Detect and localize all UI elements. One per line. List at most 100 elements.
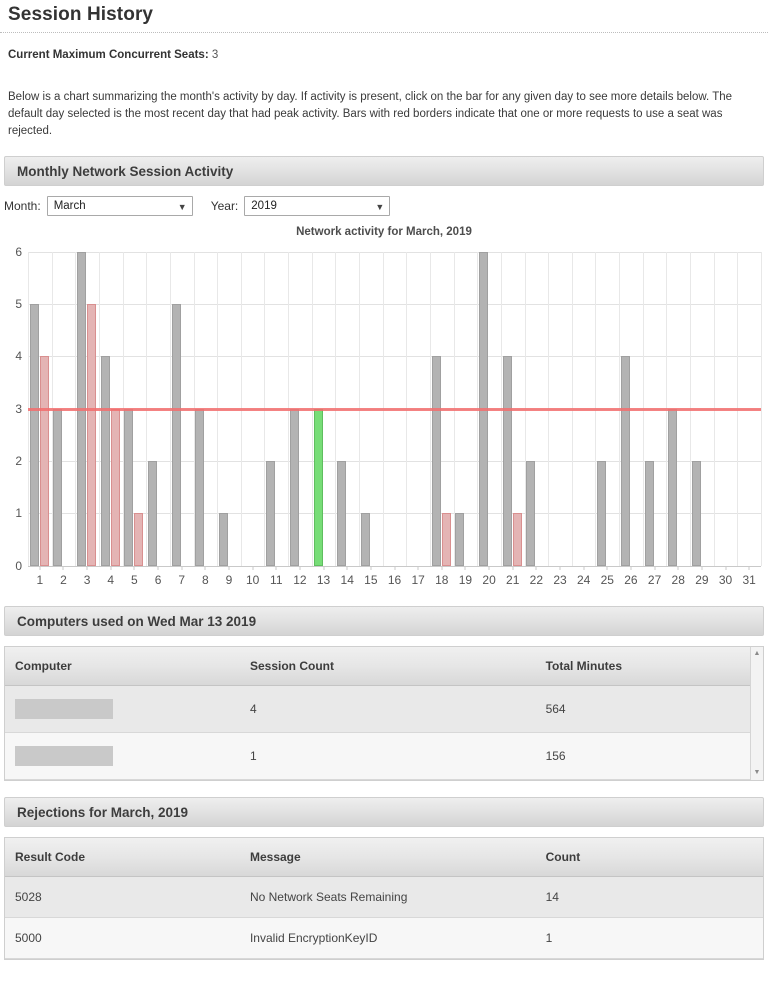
activity-panel-header: Monthly Network Session Activity	[4, 155, 764, 186]
rejections-table: Result Code Message Count 5028 No Networ…	[5, 837, 763, 959]
gridline-y-6	[28, 251, 761, 253]
column-header-session-count[interactable]: Session Count	[239, 646, 536, 686]
x-axis-tick-16: 16	[387, 572, 402, 587]
chart-bar-rejected-day-5[interactable]	[134, 513, 144, 566]
x-axis-tick-20: 20	[482, 572, 496, 587]
session-history-page: Session History Current Maximum Concurre…	[0, 0, 768, 992]
rejections-table-box: Result Code Message Count 5028 No Networ…	[4, 836, 764, 960]
x-axis-tick-6: 6	[154, 572, 162, 587]
table-row[interactable]: 1 156	[5, 732, 763, 780]
x-axis-tickmark-11	[275, 565, 277, 570]
chart-bar-day-29[interactable]	[691, 460, 701, 566]
gridline-y-5	[28, 303, 761, 305]
x-axis-tickmark-16	[394, 565, 395, 570]
x-axis-tick-9: 9	[225, 572, 233, 587]
x-axis-tick-15: 15	[364, 572, 378, 587]
x-axis-tick-22: 22	[529, 572, 544, 587]
y-axis-tick-2: 2	[15, 453, 22, 468]
computers-panel-header: Computers used on Wed Mar 13 2019	[4, 605, 764, 636]
y-axis-tick-1: 1	[15, 506, 22, 521]
chart-plot-area[interactable]: 0 1 2 3 4 5 6 1 2 3 4 5 6 7 8 9 10 11 12 13 14 15 16 17 18 19 20 21…	[15, 245, 762, 587]
x-axis-tick-17: 17	[411, 572, 425, 587]
chart-bar-day-12[interactable]	[289, 408, 299, 566]
chart-bar-day-21[interactable]	[502, 356, 512, 566]
x-axis-tickmark-14	[346, 565, 348, 570]
x-axis-tickmark-31	[748, 565, 750, 570]
chart-bar-day-11[interactable]	[266, 460, 276, 566]
chart-bar-day-22[interactable]	[526, 460, 536, 566]
column-header-result-code[interactable]: Result Code	[5, 837, 240, 877]
chart-bar-day-6[interactable]	[148, 460, 158, 566]
x-axis-tickmark-15	[370, 565, 372, 570]
year-select[interactable]: 2019 ▼	[244, 195, 391, 216]
chart-bar-day-13[interactable]	[313, 408, 323, 566]
chart-bar-rejected-day-3[interactable]	[87, 303, 97, 566]
chart-bar-rejected-day-1[interactable]	[39, 356, 49, 566]
table-row[interactable]: 5028 No Network Seats Remaining 14	[5, 876, 763, 918]
chart-bar-day-8[interactable]	[195, 408, 205, 566]
computers-panel: Computers used on Wed Mar 13 2019	[4, 605, 764, 636]
chart-bar-day-7[interactable]	[171, 303, 181, 566]
gridline-y-4	[28, 356, 761, 358]
month-select-value: March	[53, 199, 86, 212]
scroll-down-icon[interactable]: ▼	[751, 767, 763, 779]
computers-table: Computer Session Count Total Minutes 4 5…	[5, 646, 763, 780]
x-axis-tickmark-18	[441, 565, 443, 570]
cell-message: No Network Seats Remaining	[239, 876, 536, 918]
chart-bar-day-19[interactable]	[455, 513, 465, 566]
y-axis-tick-0: 0	[15, 558, 22, 573]
chart-bar-rejected-day-18[interactable]	[441, 513, 451, 566]
x-axis-tick-3: 3	[83, 572, 91, 587]
chevron-down-icon: ▼	[177, 201, 187, 212]
y-axis-tick-4: 4	[15, 349, 22, 364]
column-header-count[interactable]: Count	[535, 837, 763, 877]
x-axis-tick-23: 23	[553, 572, 567, 587]
table-row[interactable]: 5000 Invalid EncryptionKeyID 1	[5, 917, 763, 959]
chart-bar-day-25[interactable]	[597, 460, 607, 566]
chart-bar-day-4[interactable]	[100, 356, 110, 566]
column-header-total-minutes[interactable]: Total Minutes	[535, 646, 763, 686]
x-axis-tick-25: 25	[600, 572, 614, 587]
y-axis-tick-3: 3	[15, 401, 22, 416]
computers-table-scrollbar[interactable]: ▲ ▼	[750, 646, 763, 780]
chart-bar-day-18[interactable]	[431, 356, 441, 566]
cell-total-minutes: 564	[535, 685, 763, 733]
column-header-message[interactable]: Message	[239, 837, 536, 877]
chart-bar-rejected-day-4[interactable]	[110, 408, 120, 566]
column-header-computer[interactable]: Computer	[5, 646, 240, 686]
rejections-panel-header: Rejections for March, 2019	[4, 796, 764, 827]
chart-bar-day-14[interactable]	[337, 460, 347, 566]
activity-panel: Monthly Network Session Activity	[4, 155, 764, 186]
chevron-down-icon: ▼	[375, 201, 385, 212]
activity-chart[interactable]: Network activity for March, 2019 0123456…	[0, 222, 768, 590]
rejections-panel: Rejections for March, 2019	[4, 796, 764, 827]
cell-computer	[5, 732, 240, 780]
x-axis-tickmark-25	[606, 565, 608, 570]
x-axis-tickmark-28	[677, 565, 679, 570]
computers-table-box: Computer Session Count Total Minutes 4 5…	[4, 645, 764, 781]
scroll-up-icon[interactable]: ▲	[751, 648, 763, 660]
x-axis-tickmark-9	[228, 565, 230, 570]
chart-bar-day-15[interactable]	[360, 513, 370, 566]
chart-controls: Month: March ▼ Year: 2019 ▼	[0, 186, 768, 216]
max-concurrent-seats-label: Current Maximum Concurrent Seats:	[8, 49, 209, 61]
month-label: Month:	[4, 198, 41, 213]
x-axis-tickmark-17	[417, 565, 419, 570]
chart-bar-day-28[interactable]	[668, 408, 678, 566]
chart-bar-day-26[interactable]	[620, 356, 630, 566]
cell-count: 14	[535, 876, 763, 918]
chart-bar-day-27[interactable]	[644, 460, 654, 566]
gridline-x-31	[761, 251, 762, 566]
x-axis-tick-21: 21	[506, 572, 520, 587]
table-row[interactable]: 4 564	[5, 685, 763, 733]
chart-bar-day-5[interactable]	[124, 408, 134, 566]
table-header-row: Result Code Message Count	[5, 837, 763, 877]
year-select-value: 2019	[251, 199, 277, 212]
chart-bar-day-9[interactable]	[218, 513, 228, 566]
x-axis-tick-31: 31	[742, 572, 756, 587]
chart-bar-day-2[interactable]	[53, 408, 63, 566]
month-select[interactable]: March ▼	[46, 195, 193, 216]
cell-count: 1	[535, 917, 763, 959]
chart-bar-day-1[interactable]	[29, 303, 39, 566]
chart-bar-rejected-day-21[interactable]	[512, 513, 522, 566]
